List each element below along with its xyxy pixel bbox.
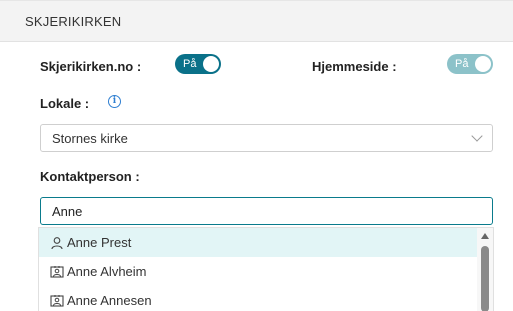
chevron-down-icon — [471, 130, 483, 142]
option-label: Anne Annesen — [67, 293, 152, 308]
dropdown-option[interactable]: Anne Alvheim — [39, 257, 478, 286]
dropdown-option[interactable]: Anne Annesen — [39, 286, 478, 311]
contact-card-icon — [50, 294, 64, 308]
option-label: Anne Alvheim — [67, 264, 147, 279]
option-label: Anne Prest — [67, 235, 132, 250]
kontaktperson-label: Kontaktperson : — [40, 169, 140, 184]
scrollbar-thumb[interactable] — [481, 246, 489, 311]
dropdown-option[interactable]: Anne Prest — [39, 228, 478, 257]
scroll-up-arrow-icon[interactable] — [481, 233, 489, 239]
skjerikirken-label: Skjerikirken.no : — [40, 59, 142, 74]
lokale-select[interactable]: Stornes kirke — [40, 124, 493, 152]
section-title: SKJERIKIRKEN — [25, 14, 122, 29]
dropdown-scrollbar[interactable] — [477, 228, 493, 311]
lokale-label: Lokale : — [40, 96, 90, 111]
kontaktperson-input[interactable] — [40, 197, 493, 225]
info-icon[interactable]: i — [108, 95, 121, 108]
kontaktperson-dropdown: Anne Prest Anne Alvheim Anne Annesen — [38, 227, 494, 311]
skjerikirken-toggle-text: På — [183, 58, 197, 70]
skjerikirken-toggle[interactable]: På — [175, 54, 221, 74]
hjemmeside-label: Hjemmeside : — [312, 59, 397, 74]
toggle-knob — [475, 56, 491, 72]
toggle-knob — [203, 56, 219, 72]
hjemmeside-toggle[interactable]: På — [447, 54, 493, 74]
lokale-select-value: Stornes kirke — [52, 131, 128, 146]
person-icon — [50, 236, 64, 250]
section-header: SKJERIKIRKEN — [0, 0, 513, 42]
hjemmeside-toggle-text: På — [455, 58, 469, 70]
contact-card-icon — [50, 265, 64, 279]
